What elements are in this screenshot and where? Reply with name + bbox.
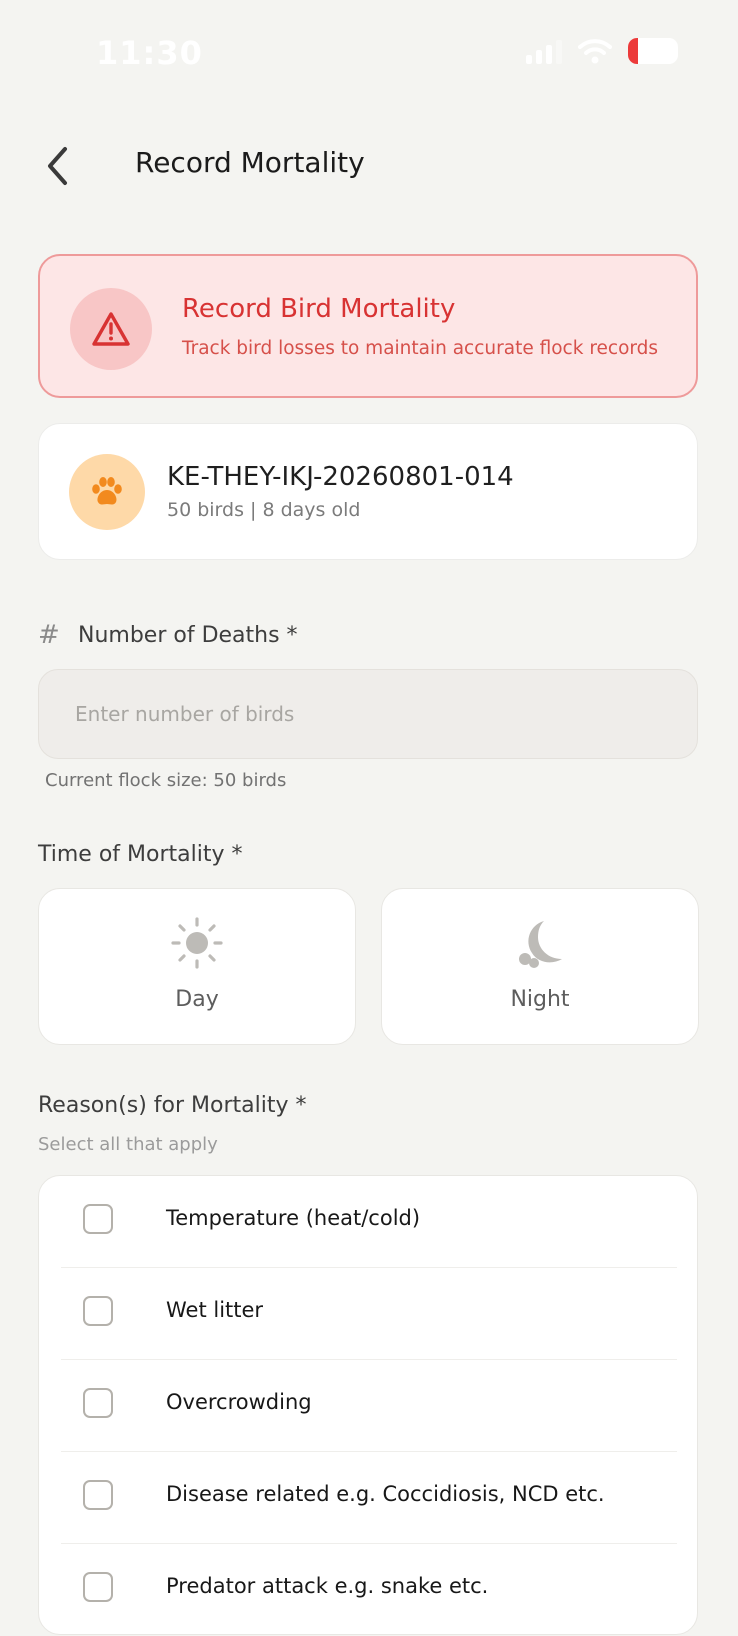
moon-icon [519, 921, 562, 968]
flock-meta: 50 birds | 8 days old [167, 499, 361, 521]
reasons-list: Temperature (heat/cold) Wet litter Overc… [38, 1175, 698, 1635]
mortality-alert-card: Record Bird Mortality Track bird losses … [38, 254, 698, 398]
flock-info-card: KE-THEY-IKJ-20260801-014 50 birds | 8 da… [38, 423, 698, 560]
back-button[interactable] [30, 138, 86, 194]
reason-checkbox[interactable] [83, 1480, 113, 1510]
number-of-deaths-input[interactable] [38, 669, 698, 759]
reason-label: Disease related e.g. Coccidiosis, NCD et… [166, 1482, 605, 1506]
status-bar: 11:30 10 [0, 0, 738, 110]
sun-icon [171, 917, 223, 969]
alert-subtitle: Track bird losses to maintain accurate f… [182, 338, 659, 359]
reason-checkbox[interactable] [83, 1388, 113, 1418]
reason-checkbox[interactable] [83, 1296, 113, 1326]
flock-id: KE-THEY-IKJ-20260801-014 [167, 462, 514, 492]
time-of-mortality-label: Time of Mortality * [38, 842, 243, 867]
cellular-signal-icon [526, 38, 562, 64]
alert-icon-circle [70, 288, 152, 370]
time-option-night-label: Night [510, 987, 570, 1012]
flock-size-helper: Current flock size: 50 birds [45, 770, 287, 791]
wifi-icon [578, 39, 612, 64]
reason-item[interactable]: Disease related e.g. Coccidiosis, NCD et… [61, 1452, 677, 1544]
header: Record Mortality [0, 130, 738, 200]
reason-item[interactable]: Temperature (heat/cold) [61, 1176, 677, 1268]
reason-checkbox[interactable] [83, 1204, 113, 1234]
deaths-label: Number of Deaths * [78, 622, 298, 648]
reasons-hint: Select all that apply [38, 1134, 218, 1155]
battery-level: 10 [642, 42, 664, 60]
reason-label: Overcrowding [166, 1390, 312, 1414]
deaths-label-row: # Number of Deaths * [38, 620, 298, 650]
reason-item[interactable]: Overcrowding [61, 1360, 677, 1452]
paw-icon [92, 477, 122, 505]
time-option-night[interactable]: Night [381, 888, 699, 1045]
reason-checkbox[interactable] [83, 1572, 113, 1602]
warning-triangle-icon [92, 312, 130, 346]
flock-icon-circle [69, 454, 145, 530]
page-title: Record Mortality [135, 146, 365, 179]
reason-label: Temperature (heat/cold) [166, 1206, 421, 1230]
chevron-left-icon [48, 147, 67, 185]
hash-icon: # [38, 620, 60, 650]
reason-item[interactable]: Predator attack e.g. snake etc. [61, 1544, 677, 1636]
reasons-label: Reason(s) for Mortality * [38, 1093, 307, 1118]
battery-icon: 10 [628, 38, 678, 64]
time-option-day[interactable]: Day [38, 888, 356, 1045]
reason-label: Wet litter [166, 1298, 264, 1322]
reason-label: Predator attack e.g. snake etc. [166, 1574, 489, 1598]
reason-item[interactable]: Wet litter [61, 1268, 677, 1360]
alert-title: Record Bird Mortality [182, 294, 456, 324]
time-option-day-label: Day [175, 987, 219, 1012]
status-time: 11:30 [96, 34, 203, 72]
status-icons: 10 [526, 38, 678, 64]
